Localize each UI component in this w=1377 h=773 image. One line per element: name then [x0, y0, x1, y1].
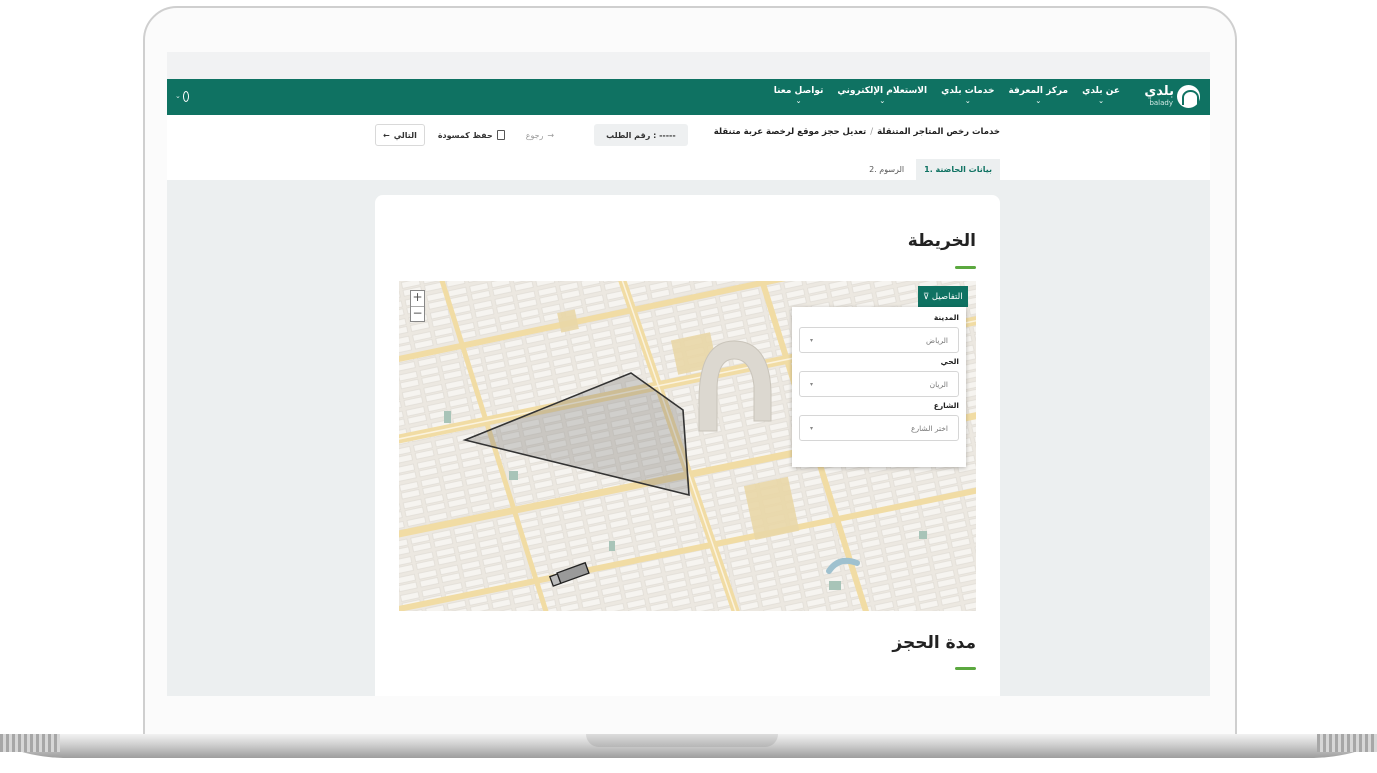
language-switcher[interactable]: ⌄ [175, 90, 188, 102]
map-zoom-control: + − [410, 290, 425, 322]
arrow-right-icon: → [547, 130, 555, 140]
laptop-notch [586, 734, 778, 747]
zoom-in-button[interactable]: + [411, 291, 424, 306]
balady-logo[interactable]: بلدي balady [1140, 84, 1200, 110]
nav-item-services[interactable]: خدمات بلدي ⌄ [941, 86, 994, 105]
nav-item-label: مركز المعرفة [1008, 86, 1069, 96]
nav-item-label: تواصل معنا [773, 86, 824, 96]
document-icon [496, 130, 505, 140]
back-button[interactable]: رجوع → [518, 124, 562, 146]
next-button[interactable]: ← التالي [375, 124, 425, 146]
city-select[interactable]: الرياض ▾ [799, 327, 959, 353]
nav-item-label: الاستعلام الإلكتروني [837, 86, 928, 96]
chevron-down-icon: ▾ [810, 424, 814, 432]
section-title-underline [955, 266, 976, 269]
save-draft-button[interactable]: حفظ كمسودة [431, 124, 512, 146]
nav-item-label: خدمات بلدي [941, 86, 995, 96]
wizard-tabs: 1. بيانات الحاضنة 2. الرسوم [861, 159, 1000, 180]
zoom-out-button[interactable]: − [411, 306, 424, 321]
nav-item-about[interactable]: عن بلدي ⌄ [1082, 86, 1120, 105]
balady-logo-icon [1177, 85, 1200, 108]
breadcrumb-parent-link[interactable]: خدمات رخص المتاجر المتنقلة [877, 127, 1000, 137]
breadcrumb-current: تعديل حجز موقع لرخصة عربة متنقلة [713, 127, 867, 137]
arrow-left-icon: ← [383, 130, 390, 140]
map-filter-panel: المدينة الرياض ▾ الحي الريان ▾ الشارع اخ… [792, 307, 966, 467]
tab-incubator-data[interactable]: 1. بيانات الحاضنة [916, 159, 1000, 180]
street-select-placeholder: اختر الشارع [911, 423, 948, 433]
reservation-duration-title: مدة الحجز [892, 633, 976, 653]
nav-item-e-inquiry[interactable]: الاستعلام الإلكتروني ⌄ [837, 86, 927, 105]
street-select[interactable]: اختر الشارع ▾ [799, 415, 959, 441]
district-select-value: الريان [929, 379, 948, 389]
main-navbar: بلدي balady عن بلدي ⌄ مركز المعرفة ⌄ خدم… [167, 79, 1210, 115]
district-select[interactable]: الريان ▾ [799, 371, 959, 397]
street-label: الشارع [933, 401, 959, 410]
action-bar: ← التالي حفظ كمسودة رجوع → رقم الطلب : -… [375, 123, 688, 147]
city-select-value: الرياض [926, 335, 948, 345]
page-header: خدمات رخص المتاجر المتنقلة/تعديل حجز موق… [167, 115, 1210, 180]
tab-fees[interactable]: 2. الرسوم [861, 159, 912, 180]
laptop-base-vent-right [1317, 734, 1377, 752]
nav-item-contact[interactable]: تواصل معنا ⌄ [774, 86, 824, 105]
map-section-title: الخريطة [907, 231, 976, 251]
logo-text: بلدي [1144, 84, 1174, 99]
map-view[interactable]: + − التفاصيل ⊽ المدينة الرياض ▾ الحي الر… [399, 281, 976, 611]
chevron-down-icon: ▾ [810, 380, 814, 388]
chevron-down-icon: ⌄ [1098, 97, 1104, 105]
chevron-down-icon: ⌄ [175, 92, 181, 100]
browser-screen: بلدي balady عن بلدي ⌄ مركز المعرفة ⌄ خدم… [167, 52, 1210, 696]
chevron-down-icon: ⌄ [795, 97, 802, 105]
chevron-down-icon: ▾ [810, 336, 814, 344]
request-number-badge: رقم الطلب : ----- [594, 124, 688, 146]
chevron-down-icon: ⌄ [964, 97, 971, 105]
logo-subtext: balady [1149, 99, 1173, 107]
next-button-label: التالي [393, 130, 417, 140]
breadcrumb-separator: / [870, 127, 874, 137]
nav-menu: عن بلدي ⌄ مركز المعرفة ⌄ خدمات بلدي ⌄ ال… [774, 86, 1120, 105]
back-button-label: رجوع [525, 130, 544, 140]
browser-top-strip [167, 52, 1210, 79]
laptop-base-vent-left [0, 734, 60, 752]
details-toggle-button[interactable]: التفاصيل ⊽ [918, 286, 968, 307]
nav-item-label: عن بلدي [1082, 86, 1120, 96]
globe-icon [183, 91, 188, 101]
chevron-down-icon: ⌄ [879, 97, 886, 105]
chevron-down-icon: ⌄ [1035, 97, 1042, 105]
nav-item-knowledge-center[interactable]: مركز المعرفة ⌄ [1008, 86, 1068, 105]
form-card: الخريطة + − التفاصيل ⊽ المدينة الرياض ▾ … [375, 195, 1000, 696]
breadcrumb: خدمات رخص المتاجر المتنقلة/تعديل حجز موق… [714, 127, 1000, 137]
city-label: المدينة [933, 313, 959, 322]
save-draft-label: حفظ كمسودة [437, 130, 493, 140]
section-title-underline [955, 667, 976, 670]
district-label: الحي [940, 357, 959, 366]
